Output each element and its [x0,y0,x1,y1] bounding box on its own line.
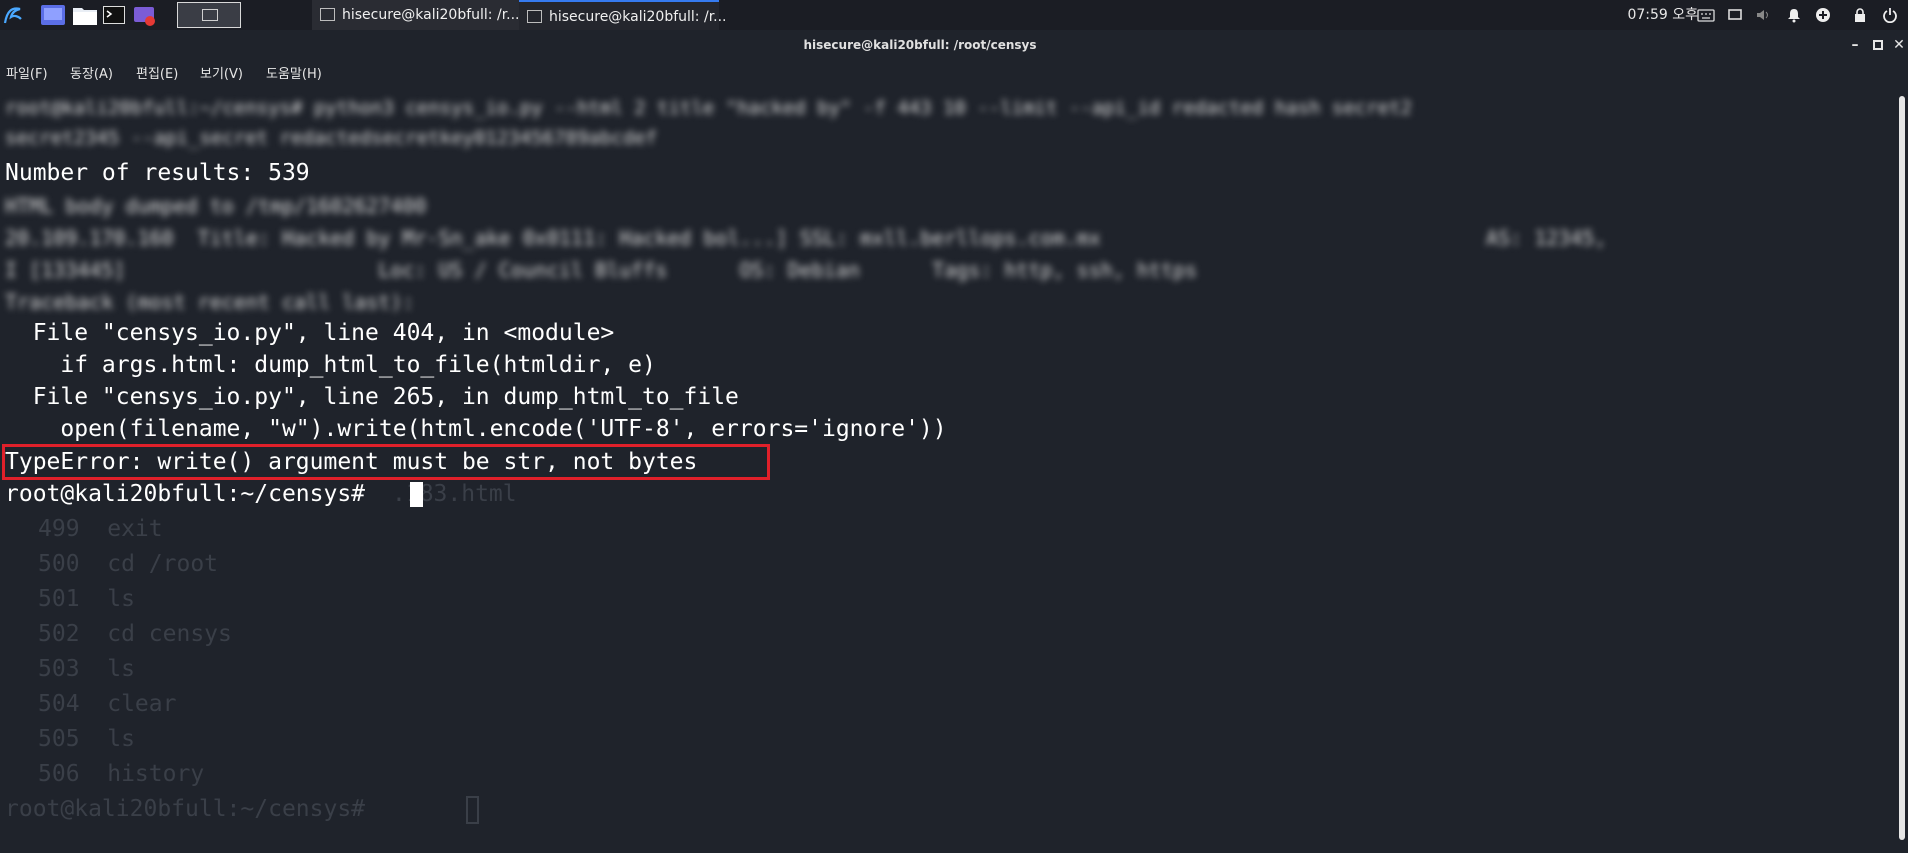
terminal-icon [320,8,335,21]
minimize-button[interactable]: – [1845,35,1865,55]
task-label: hisecure@kali20bfull: /r... [549,9,727,25]
window-titlebar[interactable]: hisecure@kali20bfull: /root/censys – ✕ [0,30,1908,60]
blurred-output-line: 20.109.170.160 Title: Hacked by Mr-Sn_ak… [5,226,1607,250]
clock[interactable]: 07:59 오후 [1627,0,1698,30]
workspace-switcher-icon[interactable] [40,4,66,26]
terminal-launcher-icon[interactable] [103,6,125,24]
traceback-line: File "censys_io.py", line 404, in <modul… [5,320,615,346]
window-title: hisecure@kali20bfull: /root/censys [803,38,1037,52]
terminal-icon [527,10,542,23]
menu-bar: 파일(F) 동장(A) 편집(E) 보기(V) 도움말(H) [0,60,1908,86]
ghost-history-line: 503 ls [38,656,135,682]
top-panel: hisecure@kali20bfull: /r... hisecure@kal… [0,0,1908,30]
maximize-button[interactable] [1868,35,1888,55]
menu-help[interactable]: 도움말(H) [266,63,322,82]
ghost-history-line: 500 cd /root [38,551,219,577]
volume-icon[interactable] [1755,7,1771,23]
ghost-prompt: root@kali20bfull:~/censys# [5,796,379,822]
ghost-history-line: 505 ls [38,726,135,752]
menu-file[interactable]: 파일(F) [6,63,48,82]
terminal-icon [202,9,218,21]
notification-bell-icon[interactable] [1786,7,1802,23]
traceback-line: open(filename, "w").write(html.encode('U… [5,416,947,442]
keyboard-icon[interactable] [1697,7,1715,23]
ghost-cursor [466,796,479,824]
taskbar-task-2[interactable]: hisecure@kali20bfull: /r... [519,0,727,30]
traceback-line: File "censys_io.py", line 265, in dump_h… [5,384,739,410]
ghost-history-line: 499 exit [38,516,163,542]
blurred-command-line: root@kali20bfull:~/censys# python3 censy… [5,97,1412,119]
taskbar-task-1[interactable]: hisecure@kali20bfull: /r... [312,0,520,30]
menu-view[interactable]: 보기(V) [200,63,243,82]
close-button[interactable]: ✕ [1889,35,1908,55]
error-highlight-box [2,444,770,480]
power-icon[interactable] [1882,7,1898,24]
network-icon[interactable] [1815,7,1831,23]
menu-action[interactable]: 동장(A) [70,63,113,82]
ghost-history-line: 501 ls [38,586,135,612]
results-count-line: Number of results: 539 [5,160,310,186]
workspace-1[interactable] [177,2,241,28]
display-icon[interactable] [1727,7,1743,23]
ghost-history-line: 502 cd censys [38,621,232,647]
kali-menu-icon[interactable] [2,3,24,27]
ghost-history-line: 506 history [38,761,205,787]
blurred-output-line: HTML body dumped to /tmp/1602627400 [5,194,427,218]
ghost-history-line: 504 clear [38,691,177,717]
lock-screen-icon[interactable] [1852,7,1868,23]
menu-edit[interactable]: 편집(E) [136,63,178,82]
traceback-line: if args.html: dump_html_to_file(htmldir,… [5,352,656,378]
terminal-scrollbar[interactable] [1899,96,1905,840]
shell-prompt: root@kali20bfull:~/censys# [5,481,379,507]
blurred-command-line: secret2345 --api_secret redactedsecretke… [5,127,658,149]
file-manager-icon[interactable] [72,5,98,26]
blurred-output-line: I [133445] Loc: US / Council Bluffs OS: … [5,258,1198,282]
text-cursor [410,482,423,507]
screen-recorder-icon[interactable] [133,5,157,27]
blurred-output-line: Traceback (most recent call last): [5,290,415,314]
task-label: hisecure@kali20bfull: /r... [342,7,520,23]
